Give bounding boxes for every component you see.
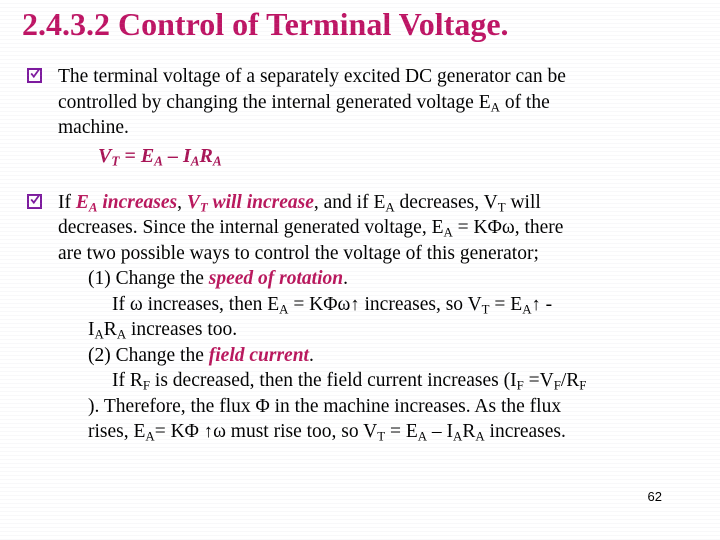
item-2-detail-line-2: ). Therefore, the flux Φ in the machine …	[58, 394, 708, 420]
i1d2-a-sub: A	[94, 327, 104, 342]
p2-comma: ,	[177, 191, 187, 213]
checkmark-glyph	[30, 68, 41, 79]
equation-terminal-voltage: VT = EA – IARA	[58, 141, 708, 171]
i1d1-e: -	[540, 293, 553, 315]
i1d1-c-sub: T	[481, 302, 490, 317]
bullet-2-line-1: If EA increases, VT will increase, and i…	[58, 190, 708, 216]
i2d2-a: ). Therefore, the flux Φ in the machine …	[88, 395, 562, 417]
page-number: 62	[647, 489, 662, 504]
p2-vt: V	[186, 191, 200, 213]
item-2-detail-line-1: If RF is decreased, then the field curre…	[58, 368, 708, 394]
slide-body: The terminal voltage of a separately exc…	[0, 64, 720, 447]
i2d1-c-sub: F	[553, 378, 561, 393]
item-2-label: (2) Change the field current.	[58, 343, 708, 369]
i2d1-c: =V	[523, 370, 554, 391]
item-1-pre: (1) Change the	[88, 268, 209, 289]
p2-vt2-sub: T	[497, 200, 506, 215]
i2d3-d-sub: A	[417, 429, 428, 444]
i2d3-b: = KΦ	[154, 421, 204, 442]
p2-l2b: = KΦω, there	[452, 217, 564, 238]
p2-increases: increases	[97, 191, 178, 213]
item-2-post: .	[308, 344, 314, 366]
eq-vt: V	[98, 144, 112, 167]
i2d3-d: = E	[385, 421, 418, 442]
eq-ra-sub: A	[212, 153, 222, 169]
i2d3-a: rises, E	[88, 421, 146, 442]
p2-l3: are two possible ways to control the vol…	[58, 242, 539, 264]
bullet-1-text-c: of the	[499, 91, 550, 113]
p2-if: If	[58, 191, 76, 213]
checkmark-glyph	[30, 193, 41, 205]
i2d1-d: /R	[560, 370, 580, 391]
eq-vt-sub: T	[111, 153, 120, 169]
eq-equals: =	[124, 144, 136, 167]
p2-and-if: , and if E	[313, 191, 386, 213]
bullet-item-2: If EA increases, VT will increase, and i…	[0, 190, 720, 445]
i2d3-f: R	[462, 421, 476, 442]
item-2-highlight: field current	[208, 344, 309, 366]
item-1-highlight: speed of rotation	[208, 268, 344, 289]
item-2-pre: (2) Change the	[88, 344, 209, 366]
i1d1-b: = KΦω	[288, 293, 351, 315]
item-1-label: (1) Change the speed of rotation.	[58, 266, 708, 292]
p2-vt-sub: T	[199, 200, 208, 215]
eq-ea-sub: A	[154, 153, 163, 169]
i2d3-a-sub: A	[145, 429, 155, 444]
i1d2-c: increases too.	[126, 319, 238, 340]
page-title: 2.4.3.2 Control of Terminal Voltage.	[22, 6, 509, 42]
bullet-1-line-1: The terminal voltage of a separately exc…	[58, 64, 708, 90]
item-1-detail-line-1: If ω increases, then EA = KΦω↑ increases…	[58, 292, 708, 318]
bullet-item-1: The terminal voltage of a separately exc…	[0, 64, 720, 171]
bullet-1-text-d: machine.	[58, 117, 129, 138]
i2d3-f-sub: A	[475, 429, 485, 444]
up-arrow-icon-3: ↑	[203, 421, 214, 442]
i1d1-d: = E	[489, 293, 523, 315]
p2-will: will	[505, 191, 541, 213]
p2-ea: E	[75, 191, 89, 213]
slide: 2.4.3.2 Control of Terminal Voltage. The…	[0, 0, 720, 540]
i2d1-b: is decreased, then the field current inc…	[150, 370, 517, 391]
i2d1-b-sub: F	[516, 378, 524, 393]
item-1-detail-line-2: IARA increases too.	[58, 317, 708, 343]
eq-ia-sub: A	[190, 153, 200, 169]
eq-ea: E	[140, 144, 155, 167]
p2-will-increase: will increase	[207, 191, 314, 213]
i1d1-c: increases, so V	[359, 293, 482, 315]
bullet-1-text-a: The terminal voltage of a separately exc…	[58, 66, 566, 87]
i2d1-d-sub: F	[579, 378, 587, 393]
item-2-detail-line-3: rises, EA= KΦ ↑ω must rise too, so VT = …	[58, 419, 708, 445]
bullet-1-line-3: machine.	[58, 115, 708, 141]
checkbox-checked-icon	[27, 68, 42, 83]
i2d3-e: – I	[427, 421, 454, 442]
item-1-post: .	[343, 268, 348, 289]
eq-ra: R	[199, 144, 213, 167]
up-arrow-icon: ↑	[350, 293, 360, 315]
p2-and-if-sub: A	[385, 200, 395, 215]
i2d3-e-sub: A	[453, 429, 463, 444]
i2d3-c: ω must rise too, so V	[213, 421, 378, 442]
bullet-2-line-3: are two possible ways to control the vol…	[58, 241, 708, 267]
i1d2-b: R	[103, 319, 117, 340]
eq-ia: I	[182, 144, 191, 167]
bullet-1-text-b: controlled by changing the internal gene…	[58, 91, 491, 113]
i2d1-a: If R	[112, 370, 143, 391]
p2-vt-highlight: VT will increase	[186, 191, 314, 215]
bullet-1-sub-a: A	[490, 100, 500, 115]
p2-ea-highlight: EA increases	[75, 191, 178, 214]
bullet-1-line-2: controlled by changing the internal gene…	[58, 90, 708, 116]
i1d2-b-sub: A	[116, 327, 127, 342]
i1d1-a: If ω increases, then E	[112, 293, 280, 315]
checkbox-checked-icon	[27, 193, 42, 209]
p2-l2a: decreases. Since the internal generated …	[58, 217, 444, 238]
up-arrow-icon-2: ↑	[531, 293, 541, 315]
i2d3-g: increases.	[484, 421, 566, 442]
bullet-2-line-2: decreases. Since the internal generated …	[58, 215, 708, 241]
p2-decreases: decreases, V	[394, 191, 498, 213]
i2d1-a-sub: F	[142, 378, 151, 393]
eq-minus: –	[167, 144, 178, 167]
i2d3-c-sub: T	[377, 429, 386, 444]
p2-l2-sub: A	[443, 225, 453, 240]
